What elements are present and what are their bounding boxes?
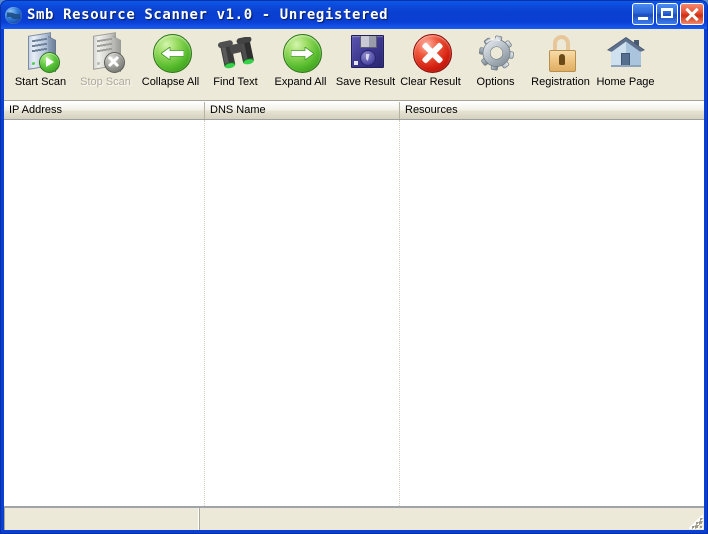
toolbar-label-save-result: Save Result [335, 76, 396, 88]
toolbar-button-find-text[interactable]: Find Text [203, 29, 268, 97]
results-list-view[interactable]: IP Address DNS Name Resources [4, 101, 704, 506]
toolbar-button-start-scan[interactable]: Start Scan [8, 29, 73, 97]
toolbar-label-expand-all: Expand All [274, 76, 327, 88]
server-stop-icon [85, 32, 127, 74]
status-bar [4, 506, 704, 530]
maximize-button[interactable] [656, 3, 678, 25]
title-bar[interactable]: Smb Resource Scanner v1.0 - Unregistered [1, 1, 707, 29]
arrow-left-circle-icon [150, 32, 192, 74]
red-x-circle-icon [410, 32, 452, 74]
application-window: Smb Resource Scanner v1.0 - Unregistered… [0, 0, 708, 534]
toolbar-label-registration: Registration [531, 76, 590, 88]
minimize-button[interactable] [632, 3, 654, 25]
toolbar-label-stop-scan: Stop Scan [80, 76, 131, 88]
toolbar-label-home-page: Home Page [596, 76, 655, 88]
toolbar-button-expand-all[interactable]: Expand All [268, 29, 333, 97]
list-body[interactable] [4, 120, 704, 506]
floppy-disk-icon [345, 32, 387, 74]
resize-grip-icon[interactable] [689, 515, 703, 529]
status-panel-right [199, 508, 704, 530]
arrow-right-circle-icon [280, 32, 322, 74]
gear-icon [475, 32, 517, 74]
toolbar-button-clear-result[interactable]: Clear Result [398, 29, 463, 97]
toolbar-button-home-page[interactable]: Home Page [593, 29, 658, 97]
toolbar-label-clear-result: Clear Result [400, 76, 461, 88]
toolbar-button-save-result[interactable]: Save Result [333, 29, 398, 97]
column-header-ip-address[interactable]: IP Address [4, 102, 205, 119]
server-play-icon [20, 32, 62, 74]
toolbar-button-collapse-all[interactable]: Collapse All [138, 29, 203, 97]
toolbar: Start Scan Stop Scan Collapse All Find T… [4, 29, 704, 101]
client-area: Start Scan Stop Scan Collapse All Find T… [4, 29, 704, 530]
window-title: Smb Resource Scanner v1.0 - Unregistered [27, 7, 389, 23]
toolbar-button-stop-scan: Stop Scan [73, 29, 138, 97]
column-header-resources[interactable]: Resources [400, 102, 704, 119]
binoculars-icon [215, 32, 257, 74]
padlock-icon [540, 32, 582, 74]
status-panel-left [4, 508, 199, 530]
window-controls [632, 3, 704, 25]
toolbar-button-registration[interactable]: Registration [528, 29, 593, 97]
toolbar-label-collapse-all: Collapse All [141, 76, 200, 88]
globe-icon [5, 6, 22, 24]
toolbar-button-options[interactable]: Options [463, 29, 528, 97]
list-header-row: IP Address DNS Name Resources [4, 102, 704, 120]
column-header-dns-name[interactable]: DNS Name [205, 102, 400, 119]
column-gridline-1 [204, 120, 206, 506]
close-button[interactable] [680, 3, 704, 25]
toolbar-label-start-scan: Start Scan [14, 76, 67, 88]
toolbar-label-options: Options [476, 76, 515, 88]
toolbar-label-find-text: Find Text [213, 76, 258, 88]
column-gridline-2 [399, 120, 401, 506]
house-icon [605, 32, 647, 74]
